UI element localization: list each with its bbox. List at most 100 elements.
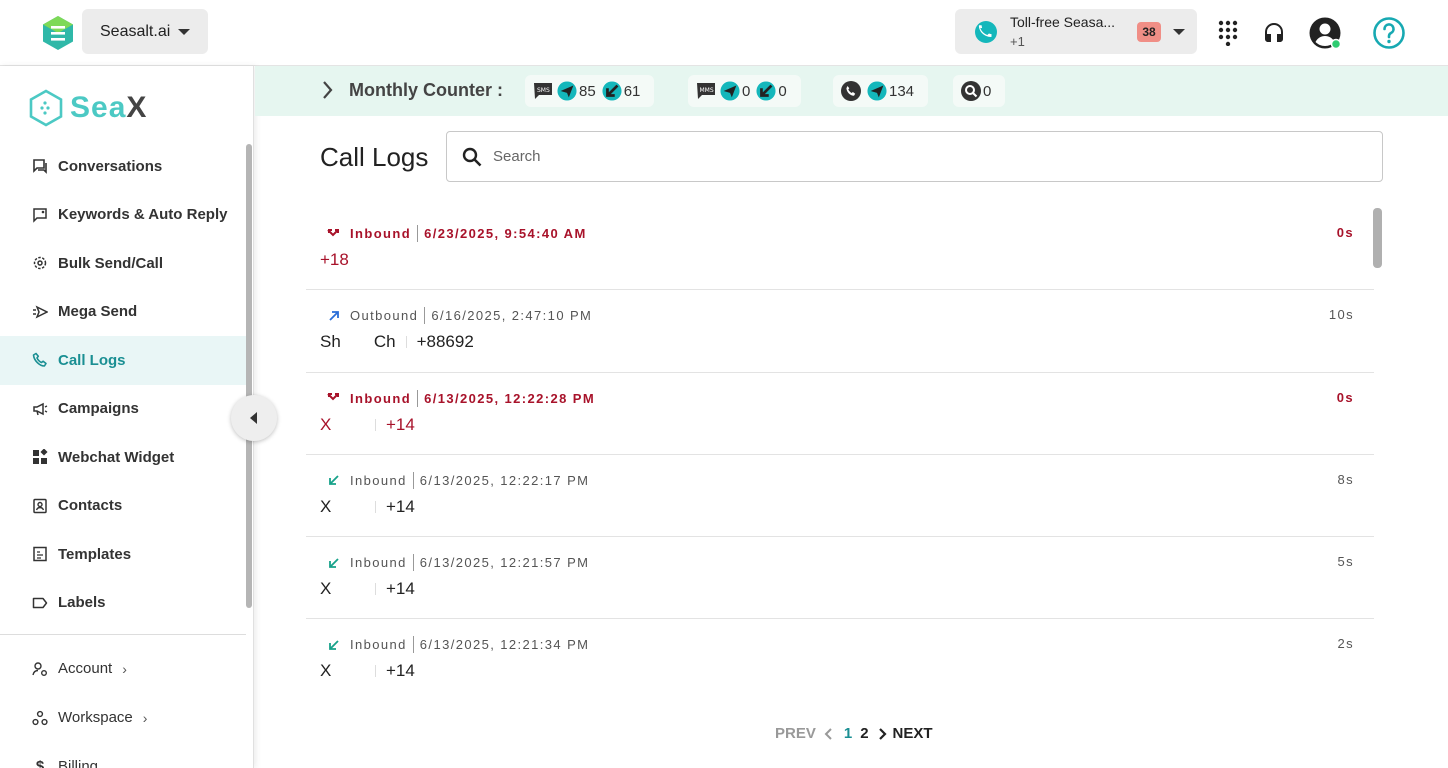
sidebar: SeaX Conversations Keywords & Auto Reply… xyxy=(0,66,254,768)
sidebar-item-conversations[interactable]: Conversations xyxy=(0,142,246,191)
label-icon xyxy=(32,595,48,611)
search-box[interactable] xyxy=(446,131,1383,182)
megaphone-icon xyxy=(32,401,48,417)
call-duration: 8s xyxy=(1337,471,1354,487)
seasalt-logo-icon[interactable] xyxy=(40,15,76,51)
brand-name: SeaX xyxy=(70,91,148,124)
lookup-icon xyxy=(961,81,981,101)
sidebar-item-mega-send[interactable]: Mega Send xyxy=(0,288,246,337)
page-title: Call Logs xyxy=(320,142,429,172)
call-log-row[interactable]: Outbound 6/16/2025, 2:47:10 PM 10s Sh Ch… xyxy=(306,290,1374,373)
call-duration: 0s xyxy=(1336,389,1354,405)
next-page-button[interactable]: NEXT xyxy=(893,725,933,742)
collapse-sidebar-button[interactable] xyxy=(231,395,277,441)
search-icon xyxy=(461,146,483,168)
sidebar-item-account[interactable]: Account › xyxy=(0,644,246,693)
sent-icon xyxy=(557,81,577,101)
prev-page-button[interactable]: PREV xyxy=(775,725,816,742)
caller-number: +14 xyxy=(386,496,415,516)
seax-logo[interactable]: SeaX xyxy=(26,88,147,128)
sidebar-item-billing[interactable]: $ Billing xyxy=(0,742,246,768)
lookup-count: 0 xyxy=(983,82,992,100)
chevron-right-icon[interactable] xyxy=(877,727,889,741)
call-log-row[interactable]: Inbound 6/13/2025, 12:21:34 PM 2s X +14 xyxy=(306,619,1374,688)
call-time: 6/13/2025, 12:22:28 PM xyxy=(424,390,596,406)
caller-number: +18 xyxy=(320,250,349,269)
phone-line-icon xyxy=(975,21,997,43)
caller-number: +14 xyxy=(386,661,415,681)
sidebar-item-webchat-widget[interactable]: Webchat Widget xyxy=(0,433,246,482)
page-1-button[interactable]: 1 xyxy=(844,725,852,742)
caller-number: +14 xyxy=(386,579,415,599)
call-log-scrollbar[interactable] xyxy=(1373,208,1382,268)
sidebar-item-contacts[interactable]: Contacts xyxy=(0,482,246,531)
billing-icon: $ xyxy=(35,758,45,768)
sidebar-scrollbar[interactable] xyxy=(246,144,252,608)
call-duration: 2s xyxy=(1337,636,1354,652)
search-input[interactable] xyxy=(493,148,1353,165)
chevron-right-icon[interactable] xyxy=(321,80,333,100)
page-2-button[interactable]: 2 xyxy=(860,725,868,742)
call-count: 134 xyxy=(889,82,915,100)
sidebar-item-label: Labels xyxy=(58,594,106,612)
call-log-row[interactable]: Inbound 6/13/2025, 12:22:28 PM 0s X +14 xyxy=(306,373,1374,455)
call-direction: Inbound xyxy=(350,637,407,653)
call-time: 6/13/2025, 12:22:17 PM xyxy=(419,472,590,488)
caret-down-icon xyxy=(178,29,190,35)
call-time: 6/13/2025, 12:21:57 PM xyxy=(419,555,590,571)
sidebar-item-label: Conversations xyxy=(58,157,163,175)
sidebar-item-workspace[interactable]: Workspace › xyxy=(0,693,246,742)
dialpad-icon[interactable] xyxy=(1211,16,1245,50)
call-log-row[interactable]: Inbound 6/13/2025, 12:21:57 PM 5s X +14 xyxy=(306,537,1374,620)
sidebar-item-label: Campaigns xyxy=(58,400,139,418)
call-log-list: Inbound 6/23/2025, 9:54:40 AM 0s +18 Out… xyxy=(306,208,1374,688)
call-time: 6/23/2025, 9:54:40 AM xyxy=(424,226,587,241)
sidebar-item-bulk-send[interactable]: Bulk Send/Call xyxy=(0,239,246,288)
phone-line-name: Toll-free Seasa... xyxy=(1010,14,1116,30)
sidebar-settings-nav: Account › Workspace › $ Billing xyxy=(0,644,246,768)
caller-name: X xyxy=(320,414,332,434)
received-icon xyxy=(756,81,776,101)
inbound-call-icon xyxy=(326,556,342,570)
counter-title: Monthly Counter : xyxy=(349,80,503,100)
sidebar-item-keywords[interactable]: Keywords & Auto Reply xyxy=(0,191,246,240)
chevron-left-icon[interactable] xyxy=(822,727,834,741)
call-log-row[interactable]: Inbound 6/13/2025, 12:22:17 PM 8s X +14 xyxy=(306,455,1374,538)
templates-icon xyxy=(32,546,48,562)
sidebar-item-labels[interactable]: Labels xyxy=(0,579,246,628)
mms-icon: MMS xyxy=(696,81,716,101)
caller-name: X xyxy=(320,579,332,599)
sidebar-item-templates[interactable]: Templates xyxy=(0,530,246,579)
organization-name: Seasalt.ai xyxy=(100,22,171,40)
call-direction: Inbound xyxy=(350,555,407,571)
inbound-call-icon xyxy=(326,473,342,487)
headset-icon[interactable] xyxy=(1257,16,1291,50)
sidebar-item-call-logs[interactable]: Call Logs xyxy=(0,336,246,385)
sidebar-item-campaigns[interactable]: Campaigns xyxy=(0,385,246,434)
sms-icon: SMS xyxy=(533,81,553,101)
sidebar-item-label: Mega Send xyxy=(58,303,138,321)
sidebar-item-label: Call Logs xyxy=(58,351,126,369)
contacts-icon xyxy=(32,498,48,514)
missed-call-icon xyxy=(326,391,342,405)
caller-name: X xyxy=(320,661,332,681)
call-direction: Outbound xyxy=(350,308,419,324)
call-duration: 5s xyxy=(1337,554,1354,570)
caller-name: X xyxy=(320,496,332,516)
sent-icon xyxy=(720,81,740,101)
call-duration: 10s xyxy=(1328,307,1354,323)
phone-line-country: +1 xyxy=(1010,34,1025,49)
sidebar-item-label: Templates xyxy=(58,545,132,563)
help-icon[interactable] xyxy=(1372,16,1406,50)
svg-text:MMS: MMS xyxy=(700,87,714,94)
phone-number-select[interactable]: Toll-free Seasa... +1 38 xyxy=(955,9,1197,54)
pagination: PREV 1 2 NEXT xyxy=(775,725,933,742)
sidebar-divider xyxy=(0,634,246,635)
account-icon[interactable] xyxy=(1308,16,1342,50)
chevron-right-icon: › xyxy=(142,709,148,726)
call-direction: Inbound xyxy=(350,390,412,406)
sidebar-item-label: Contacts xyxy=(58,497,123,515)
call-log-row[interactable]: Inbound 6/23/2025, 9:54:40 AM 0s +18 xyxy=(306,208,1374,291)
organization-select[interactable]: Seasalt.ai xyxy=(82,9,208,54)
caller-number: +14 xyxy=(386,414,415,434)
